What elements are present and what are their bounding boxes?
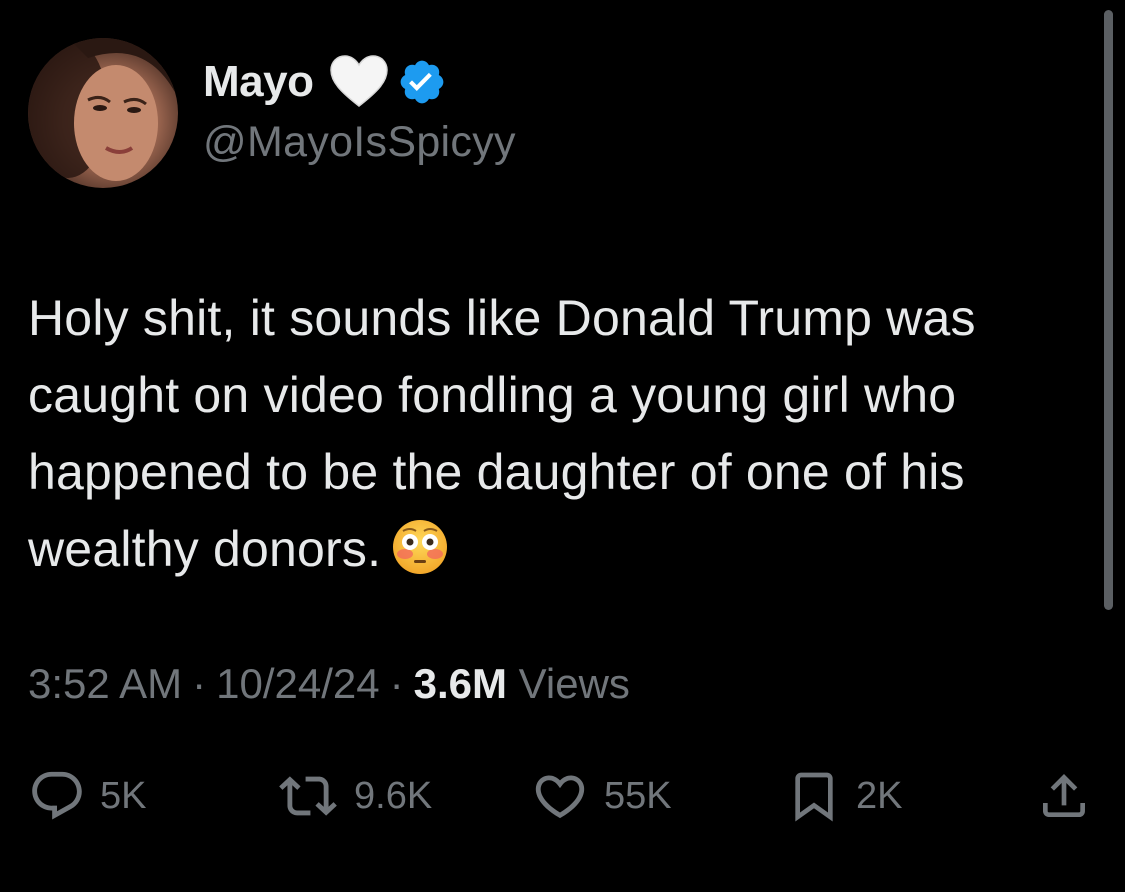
- display-name[interactable]: Mayo: [203, 57, 314, 107]
- views-label: Views: [518, 660, 630, 707]
- reply-count: 5K: [100, 774, 147, 817]
- separator: ·: [389, 660, 404, 707]
- share-button[interactable]: [1036, 764, 1092, 828]
- repost-count: 9.6K: [354, 774, 433, 817]
- flushed-face-icon: [391, 518, 449, 576]
- white-heart-icon: [329, 54, 389, 110]
- bookmark-count: 2K: [856, 774, 903, 817]
- like-count: 55K: [604, 774, 672, 817]
- author-handle[interactable]: @MayoIsSpicyy: [203, 118, 516, 167]
- tweet-time[interactable]: 3:52 AM: [28, 660, 182, 707]
- avatar[interactable]: [28, 38, 178, 188]
- tweet-meta: 3:52 AM · 10/24/24 · 3.6M Views: [28, 660, 630, 708]
- like-button[interactable]: 55K: [530, 764, 672, 828]
- tweet-date[interactable]: 10/24/24: [216, 660, 380, 707]
- separator: ·: [192, 660, 207, 707]
- repost-button[interactable]: 9.6K: [276, 764, 432, 828]
- share-icon: [1043, 774, 1085, 817]
- reply-button[interactable]: 5K: [28, 764, 146, 828]
- like-icon: [535, 775, 585, 819]
- views-count: 3.6M: [413, 660, 507, 707]
- tweet-text: Holy shit, it sounds like Donald Trump w…: [28, 280, 1088, 588]
- reply-icon: [32, 771, 82, 820]
- bookmark-icon: [795, 772, 833, 822]
- author-name-row: Mayo: [203, 50, 447, 114]
- tweet-body: Holy shit, it sounds like Donald Trump w…: [28, 290, 976, 577]
- bookmark-button[interactable]: 2K: [786, 764, 902, 828]
- verified-badge-icon[interactable]: [397, 57, 447, 107]
- repost-icon: [279, 776, 337, 816]
- scrollbar[interactable]: [1104, 10, 1113, 610]
